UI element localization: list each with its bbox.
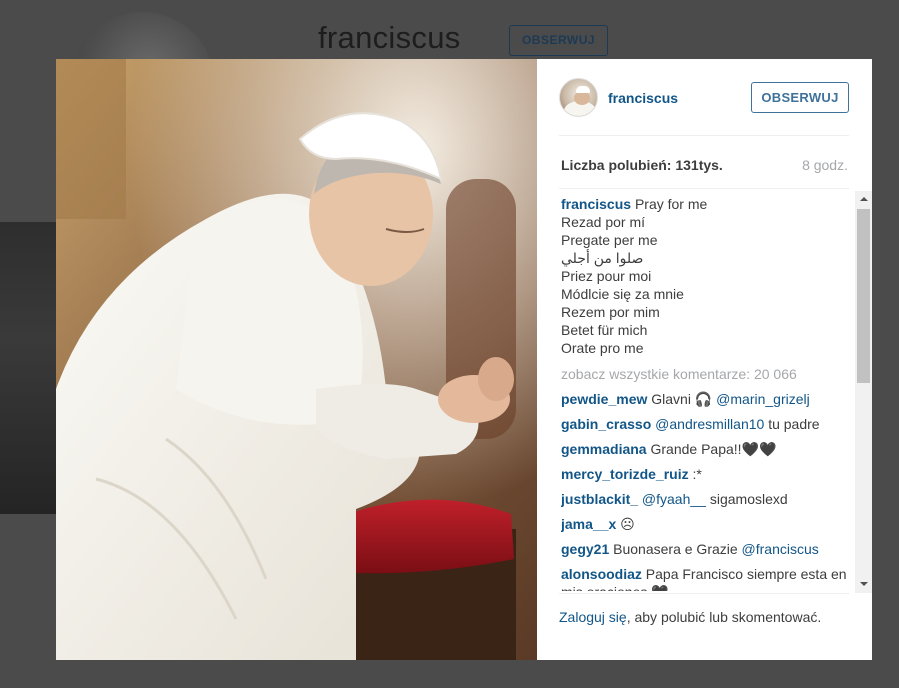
comment-text-after: sigamoslexd [705, 491, 788, 507]
author-username-link[interactable]: franciscus [608, 90, 678, 106]
view-all-comments-link[interactable]: zobacz wszystkie komentarze: 20 066 [561, 365, 847, 383]
caption-line: Rezad por mí [561, 214, 646, 230]
post-photo [56, 59, 537, 660]
comment-item: pewdie_mew Glavni 🎧 @marin_grizelj [561, 390, 847, 408]
comment-mention-link[interactable]: @fyaah__ [642, 491, 706, 507]
comment-username-link[interactable]: justblackit_ [561, 491, 638, 507]
comment-text: ☹ [620, 516, 635, 532]
follow-button[interactable]: OBSERWUJ [751, 82, 849, 113]
post-time[interactable]: 8 godz. [802, 157, 848, 173]
comment-item: gabin_crasso @andresmillan10 tu padre [561, 415, 847, 433]
scroll-up-arrow-icon[interactable] [855, 191, 872, 208]
profile-grid-thumbnail [0, 222, 56, 514]
comments-list[interactable]: franciscus Pray for me Rezad por mí Preg… [561, 195, 847, 591]
likes-row: Liczba polubień: 131tys. 8 godz. [561, 157, 848, 175]
author-avatar[interactable] [559, 78, 598, 117]
post-modal: franciscus OBSERWUJ Liczba polubień: 131… [56, 59, 872, 660]
comment-username-link[interactable]: gegy21 [561, 541, 609, 557]
comment-text: Glavni 🎧 [651, 391, 717, 407]
comment-text: :* [692, 466, 702, 482]
scroll-down-arrow-icon[interactable] [855, 576, 872, 593]
likes-count: Liczba polubień: 131tys. [561, 157, 723, 173]
profile-follow-button: OBSERWUJ [509, 25, 608, 56]
caption-line: Módlcie się za mnie [561, 286, 684, 302]
login-link[interactable]: Zaloguj się [559, 609, 627, 625]
comment-username-link[interactable]: gabin_crasso [561, 416, 651, 432]
caption-line: صلوا من أجلي [561, 250, 644, 266]
comment-mention-link[interactable]: @franciscus [742, 541, 819, 557]
caption-username-link[interactable]: franciscus [561, 196, 631, 212]
comment-text: Grande Papa!!🖤🖤 [650, 441, 777, 457]
scrollbar-thumb[interactable] [857, 209, 870, 383]
comment-item: justblackit_ @fyaah__ sigamoslexd [561, 490, 847, 508]
comment-mention-link[interactable]: @andresmillan10 [655, 416, 764, 432]
comment-username-link[interactable]: mercy_torizde_ruiz [561, 466, 689, 482]
comment-username-link[interactable]: alonsoodiaz [561, 566, 642, 582]
caption-line: Pregate per me [561, 232, 658, 248]
comment-item: alonsoodiaz Papa Francisco siempre esta … [561, 565, 847, 591]
caption: franciscus Pray for me Rezad por mí Preg… [561, 195, 847, 357]
comment-item: jama__x ☹ [561, 515, 847, 533]
post-header: franciscus OBSERWUJ [559, 76, 849, 136]
divider [559, 188, 849, 189]
caption-line: Pray for me [634, 196, 708, 212]
comment-item: gemmadiana Grande Papa!!🖤🖤 [561, 440, 847, 458]
caption-line: Rezem por mim [561, 304, 660, 320]
caption-line: Priez pour moi [561, 268, 652, 284]
comment-text-after: tu padre [764, 416, 820, 432]
login-prompt: Zaloguj się, aby polubić lub skomentować… [559, 593, 849, 626]
caption-line: Orate pro me [561, 340, 644, 356]
caption-line: Betet für mich [561, 322, 648, 338]
comment-item: gegy21 Buonasera e Grazie @franciscus [561, 540, 847, 558]
post-sidebar: franciscus OBSERWUJ Liczba polubień: 131… [537, 59, 872, 660]
comment-username-link[interactable]: pewdie_mew [561, 391, 647, 407]
comments-scrollbar[interactable] [855, 191, 872, 593]
comment-text: Buonasera e Grazie [613, 541, 742, 557]
comment-username-link[interactable]: jama__x [561, 516, 616, 532]
comment-username-link[interactable]: gemmadiana [561, 441, 647, 457]
profile-username: franciscus [318, 20, 461, 55]
comment-item: mercy_torizde_ruiz :* [561, 465, 847, 483]
login-prompt-text: , aby polubić lub skomentować. [626, 609, 822, 625]
comment-mention-link[interactable]: @marin_grizelj [716, 391, 810, 407]
